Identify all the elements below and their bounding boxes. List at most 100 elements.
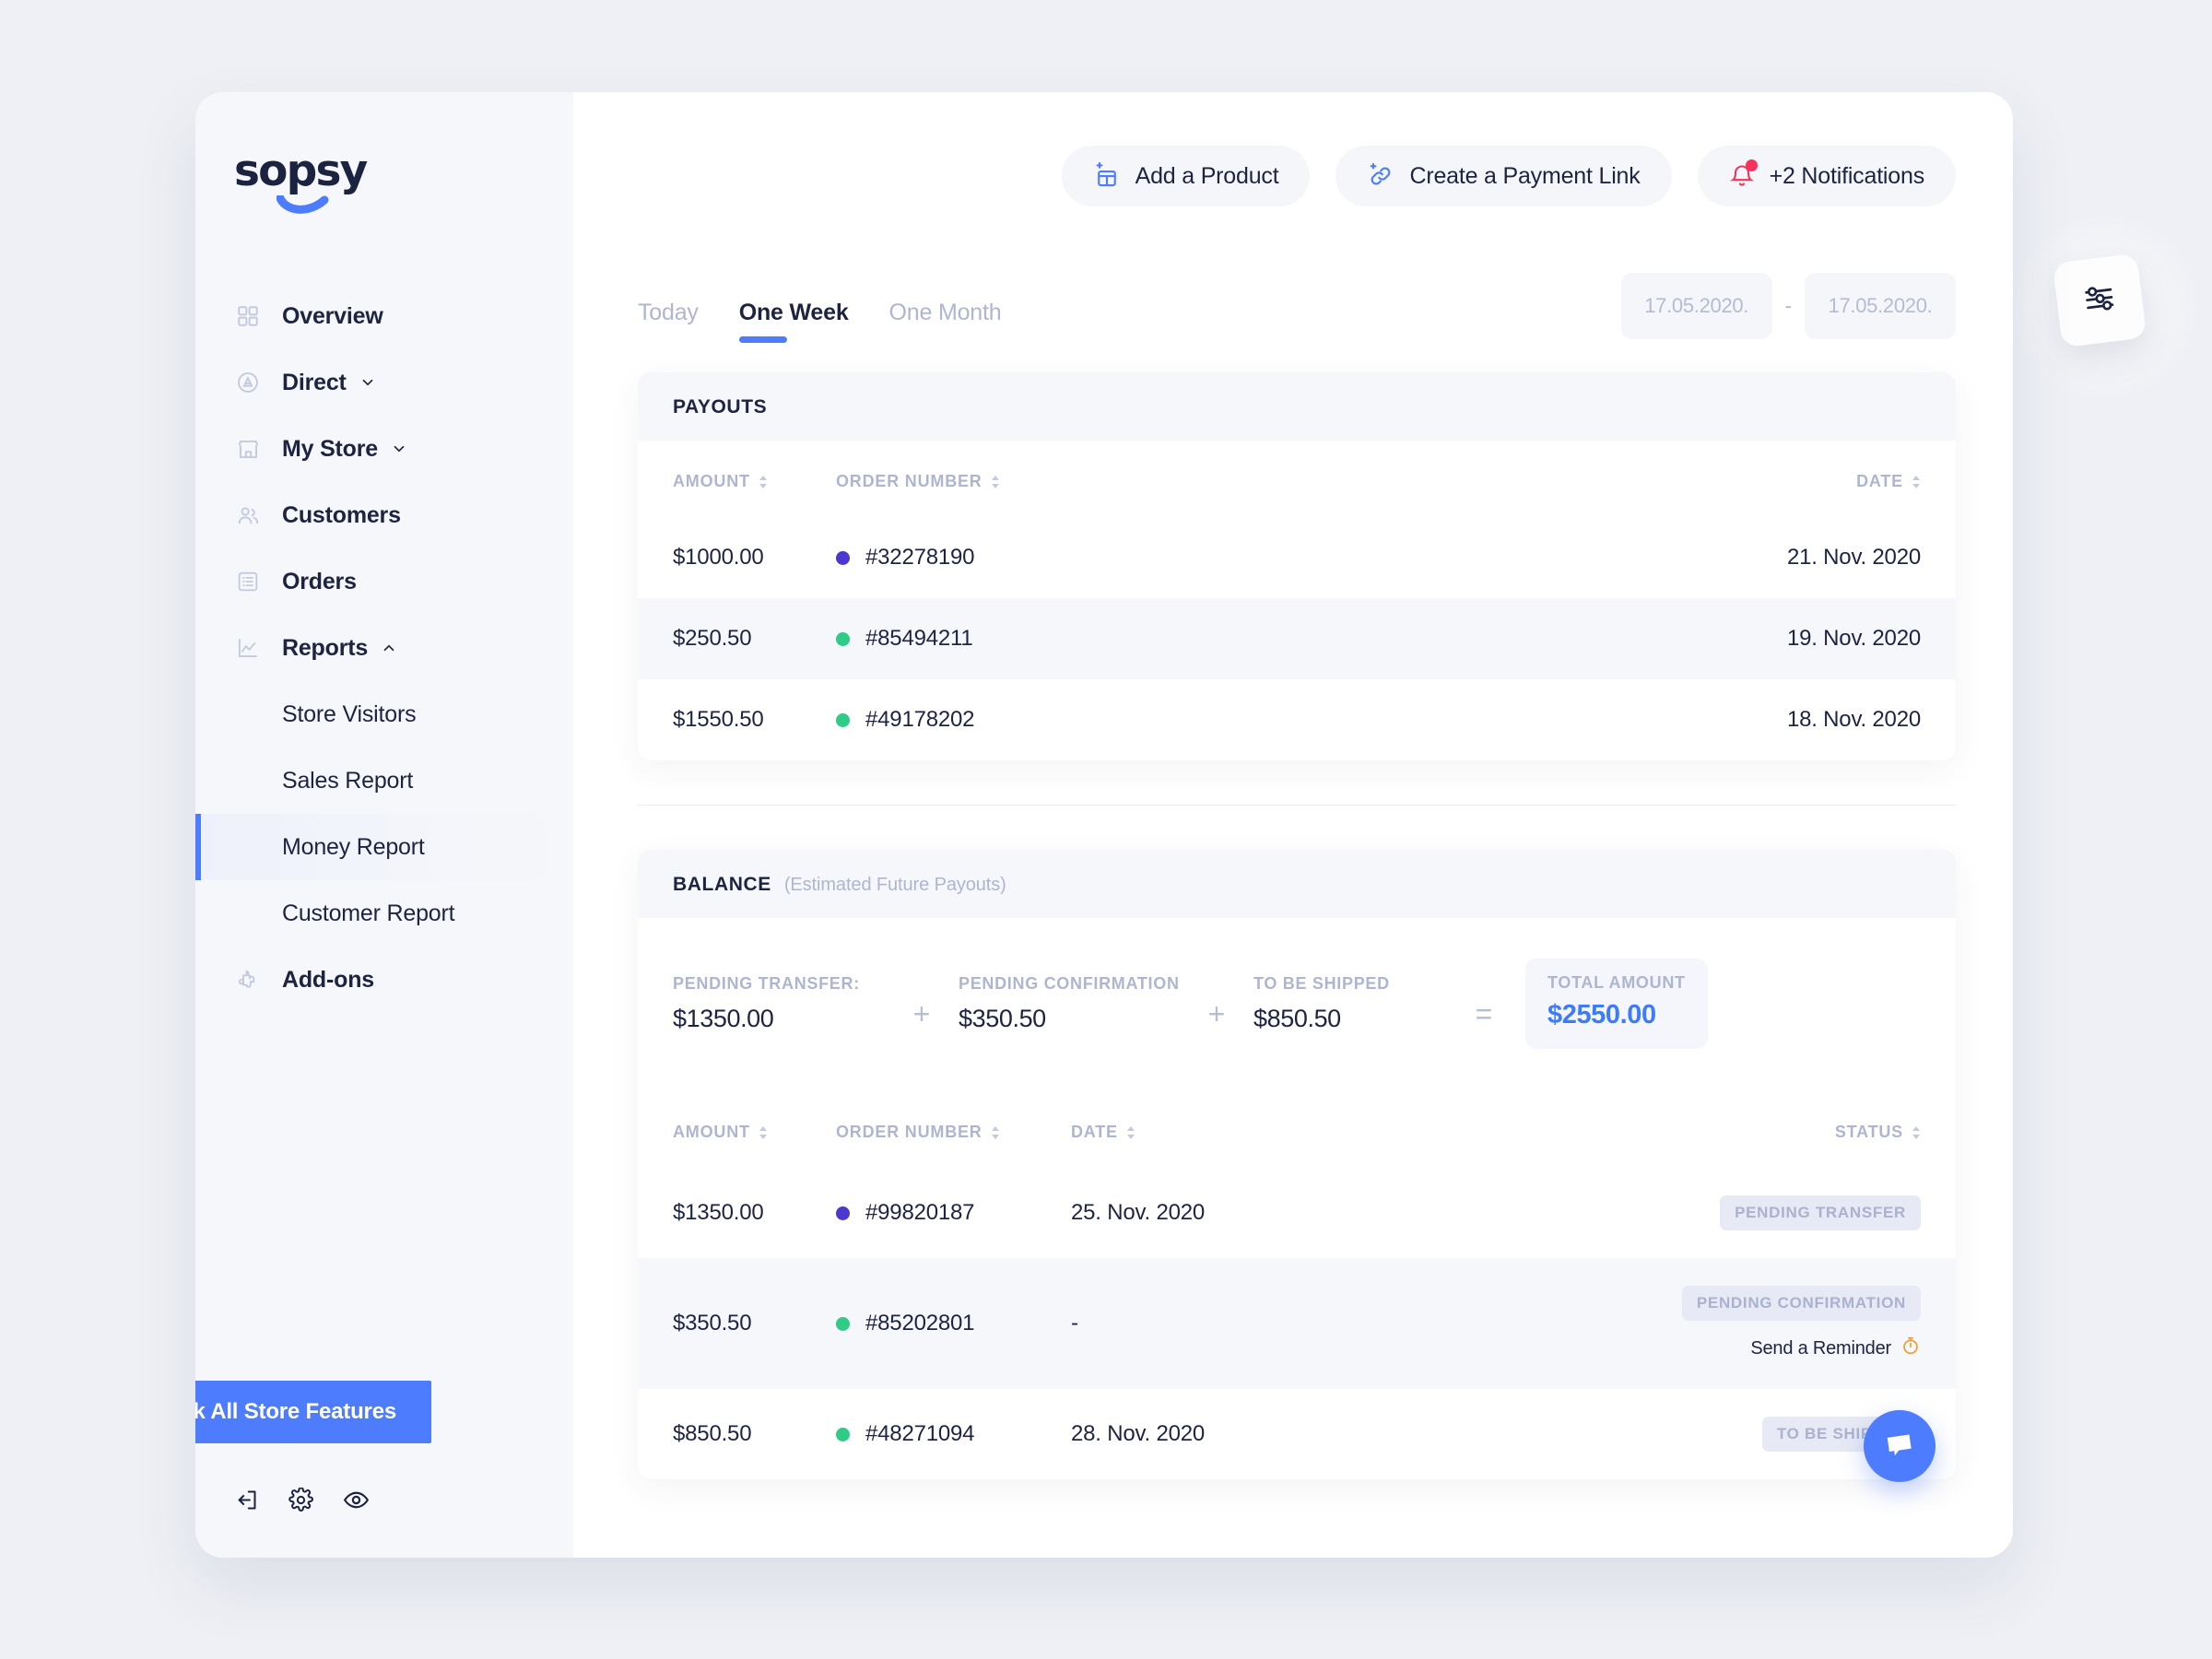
- sort-icon: [991, 475, 999, 488]
- table-row[interactable]: $1550.50 #49178202 18. Nov. 2020: [638, 679, 1956, 760]
- column-header-amount[interactable]: AMOUNT: [638, 1091, 836, 1168]
- column-label: AMOUNT: [673, 1123, 750, 1141]
- column-header-order-number[interactable]: ORDER NUMBER: [836, 441, 1168, 517]
- sidebar: sopsy Overview Direct My Store Customers…: [195, 92, 573, 1558]
- balance-date: -: [1071, 1258, 1467, 1389]
- payout-amount: $250.50: [638, 598, 836, 679]
- notification-badge-dot: [1745, 159, 1758, 171]
- date-to-input[interactable]: [1805, 273, 1956, 339]
- order-number: #32278190: [865, 545, 975, 570]
- balance-amount: $850.50: [673, 1421, 752, 1446]
- balance-order: #85202801: [836, 1258, 1071, 1389]
- payout-order: #85494211: [836, 598, 1168, 679]
- column-label: AMOUNT: [673, 472, 750, 490]
- gear-icon[interactable]: [288, 1488, 313, 1512]
- summary-pending-confirmation: PENDING CONFIRMATION $350.50: [959, 974, 1180, 1033]
- column-label: DATE: [1071, 1123, 1118, 1141]
- column-header-date[interactable]: DATE: [1071, 1091, 1467, 1168]
- add-a-product-button[interactable]: Add a Product: [1061, 146, 1311, 206]
- order-number: #48271094: [865, 1421, 975, 1446]
- sidebar-item-label: My Store: [282, 435, 378, 462]
- brand-logo[interactable]: sopsy: [234, 149, 382, 220]
- puzzle-icon: [234, 966, 262, 994]
- table-row[interactable]: $350.50 #85202801 - PENDING CONFIRMATION…: [638, 1258, 1956, 1389]
- status-dot: [836, 1206, 850, 1220]
- sidebar-item-add-ons[interactable]: Add-ons: [195, 947, 573, 1013]
- payouts-card-header: PAYOUTS: [638, 372, 1956, 441]
- total-amount-box: TOTAL AMOUNT $2550.00: [1525, 959, 1708, 1049]
- tab-today[interactable]: Today: [638, 300, 699, 343]
- create-a-payment-link-button[interactable]: Create a Payment Link: [1335, 146, 1672, 206]
- table-row[interactable]: $1000.00 #32278190 21. Nov. 2020: [638, 517, 1956, 598]
- sidebar-item-my-store[interactable]: My Store: [195, 416, 573, 482]
- sidebar-item-label: Overview: [282, 302, 383, 329]
- payouts-table-header-row: AMOUNT ORDER NUMBER DATE: [638, 441, 1956, 517]
- table-row[interactable]: $1350.00 #99820187 25. Nov. 2020 PENDING…: [638, 1168, 1956, 1258]
- range-tabs: Today One Week One Month: [638, 300, 1002, 343]
- sort-icon: [1912, 1125, 1920, 1139]
- top-action-bar: Add a Product Create a Payment Link +2 N…: [573, 92, 2013, 206]
- table-row[interactable]: $850.50 #48271094 28. Nov. 2020 TO BE SH…: [638, 1389, 1956, 1479]
- balance-section: BALANCE (Estimated Future Payouts) PENDI…: [573, 850, 2013, 1479]
- balance-subtitle: (Estimated Future Payouts): [783, 875, 1006, 895]
- stopwatch-icon: [1900, 1335, 1921, 1361]
- column-header-amount[interactable]: AMOUNT: [638, 441, 836, 517]
- chevron-down-icon[interactable]: [359, 374, 376, 391]
- sidebar-item-direct[interactable]: Direct: [195, 349, 573, 416]
- sort-icon: [759, 475, 767, 488]
- customers-icon: [234, 501, 262, 529]
- column-header-date[interactable]: DATE: [1679, 441, 1956, 517]
- summary-label: TO BE SHIPPED: [1253, 974, 1390, 993]
- chat-support-button[interactable]: [1864, 1410, 1936, 1482]
- screen: sopsy Overview Direct My Store Customers…: [0, 0, 2212, 1659]
- order-number: #85202801: [865, 1311, 975, 1335]
- send-a-reminder-button[interactable]: Send a Reminder: [1467, 1335, 1921, 1361]
- column-header-order-number[interactable]: ORDER NUMBER: [836, 1091, 1071, 1168]
- sidebar-item-orders[interactable]: Orders: [195, 548, 573, 615]
- sidebar-item-store-visitors[interactable]: Store Visitors: [195, 681, 573, 747]
- balance-table: AMOUNT ORDER NUMBER DATE STATUS $1350.00…: [638, 1091, 1956, 1479]
- sidebar-item-label: Reports: [282, 634, 369, 661]
- filters-toolbar: Today One Week One Month -: [573, 206, 2013, 343]
- balance-order: #99820187: [836, 1168, 1071, 1258]
- date-from-input[interactable]: [1620, 273, 1772, 339]
- chart-line-icon: [234, 634, 262, 662]
- grid-icon: [234, 302, 262, 330]
- sidebar-item-customer-report[interactable]: Customer Report: [195, 880, 573, 947]
- summary-label: PENDING CONFIRMATION: [959, 974, 1180, 993]
- notifications-button[interactable]: +2 Notifications: [1697, 146, 1956, 206]
- bell-icon: [1729, 159, 1758, 189]
- table-row[interactable]: $250.50 #85494211 19. Nov. 2020: [638, 598, 1956, 679]
- operator-plus-1: +: [912, 996, 931, 1030]
- chevron-down-icon[interactable]: [391, 441, 407, 457]
- main-content: Add a Product Create a Payment Link +2 N…: [573, 92, 2013, 1558]
- eye-icon[interactable]: [343, 1487, 370, 1513]
- balance-summary: PENDING TRANSFER: $1350.00 + PENDING CON…: [638, 918, 1956, 1091]
- tab-one-month[interactable]: One Month: [889, 300, 1002, 343]
- sidebar-item-money-report[interactable]: Money Report: [195, 814, 573, 880]
- balance-date: 25. Nov. 2020: [1071, 1200, 1206, 1225]
- sidebar-item-sales-report[interactable]: Sales Report: [195, 747, 573, 814]
- chevron-up-icon[interactable]: [381, 640, 397, 656]
- sort-icon: [991, 1125, 999, 1139]
- sidebar-footer: [234, 1487, 370, 1513]
- sidebar-item-customers[interactable]: Customers: [195, 482, 573, 548]
- balance-title: BALANCE: [673, 874, 771, 895]
- tab-one-week[interactable]: One Week: [738, 300, 849, 343]
- unlock-all-store-features-button[interactable]: Unlock All Store Features: [195, 1381, 431, 1443]
- column-header-status[interactable]: STATUS: [1467, 1091, 1956, 1168]
- sliders-card[interactable]: [2052, 253, 2147, 348]
- payout-amount: $1550.50: [673, 707, 764, 732]
- balance-amount: $350.50: [638, 1258, 836, 1389]
- status-dot: [836, 1316, 850, 1331]
- total-amount-value: $2550.00: [1547, 1000, 1656, 1030]
- column-label: ORDER NUMBER: [836, 472, 982, 490]
- sidebar-item-overview[interactable]: Overview: [195, 283, 573, 349]
- payout-spacer: [1168, 679, 1679, 760]
- sidebar-subitem-label: Store Visitors: [282, 700, 417, 727]
- primary-nav: Overview Direct My Store Customers Order…: [195, 283, 573, 1013]
- orders-list-icon: [234, 568, 262, 595]
- logout-icon[interactable]: [234, 1488, 259, 1512]
- sidebar-item-reports[interactable]: Reports: [195, 615, 573, 681]
- sidebar-item-label: Add-ons: [282, 966, 374, 993]
